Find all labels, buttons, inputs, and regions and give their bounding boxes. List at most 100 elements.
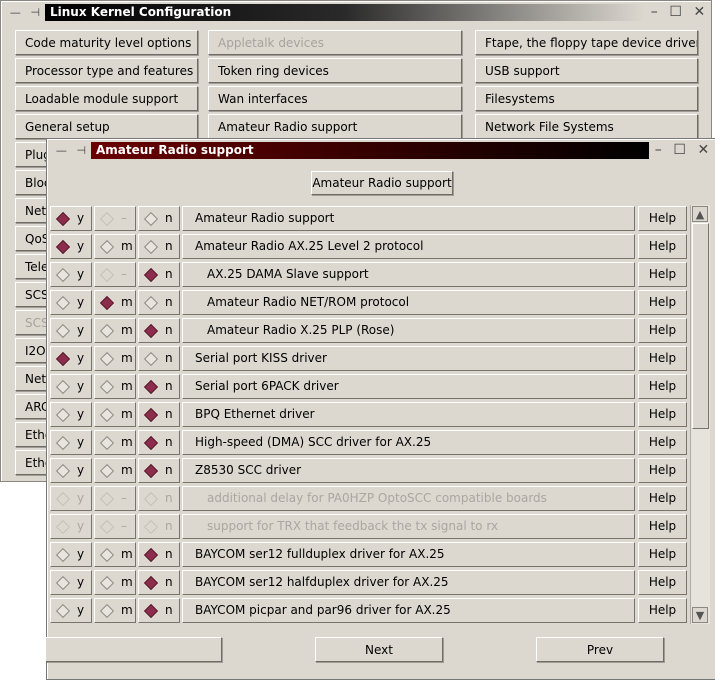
radio-n[interactable]: n	[138, 402, 180, 427]
radio-label: y	[77, 239, 85, 253]
main-menu-button[interactable]: Code maturity level options	[15, 30, 198, 55]
main-menu-button[interactable]: Amateur Radio support	[208, 114, 462, 139]
main-menu-button[interactable]: Wan interfaces	[208, 86, 462, 111]
minimize-icon[interactable]: –	[655, 142, 662, 158]
help-button[interactable]: Help	[638, 318, 687, 343]
radio-n[interactable]: n	[138, 346, 180, 371]
radio-y[interactable]: y	[50, 458, 92, 483]
main-menu-button[interactable]: Token ring devices	[208, 58, 462, 83]
main-menu-button[interactable]: General setup	[15, 114, 198, 139]
radio-m[interactable]: –	[94, 262, 136, 287]
main-menu-button[interactable]: Filesystems	[475, 86, 698, 111]
radio-y[interactable]: y	[50, 374, 92, 399]
main-menu-button[interactable]: Processor type and features	[15, 58, 198, 83]
scroll-up-icon[interactable]: ▲	[692, 206, 708, 222]
radio-m[interactable]: m	[94, 598, 136, 623]
radio-n[interactable]: n	[138, 262, 180, 287]
radio-m[interactable]: m	[94, 374, 136, 399]
help-button[interactable]: Help	[638, 206, 687, 231]
radio-n[interactable]: n	[138, 374, 180, 399]
pin-icon[interactable]: ⊣	[77, 144, 87, 157]
radio-m[interactable]: m	[94, 290, 136, 315]
radio-m[interactable]: m	[94, 430, 136, 455]
radio-m[interactable]: m	[94, 570, 136, 595]
main-menu-button[interactable]: USB support	[475, 58, 698, 83]
help-button[interactable]: Help	[638, 430, 687, 455]
child-window-title: Amateur Radio support	[91, 141, 649, 159]
minimize-icon[interactable]: –	[651, 4, 658, 20]
radio-m[interactable]: m	[94, 542, 136, 567]
radio-y[interactable]: y	[50, 318, 92, 343]
radio-n[interactable]: n	[138, 290, 180, 315]
radio-n[interactable]: n	[138, 514, 180, 539]
help-button[interactable]: Help	[638, 598, 687, 623]
radio-diamond-icon	[143, 407, 159, 423]
close-icon[interactable]: ✕	[693, 4, 705, 20]
radio-m[interactable]: m	[94, 234, 136, 259]
radio-n[interactable]: n	[138, 598, 180, 623]
radio-y[interactable]: y	[50, 514, 92, 539]
radio-n[interactable]: n	[138, 430, 180, 455]
main-menu-button[interactable]: Ftape, the floppy tape device driver	[475, 30, 698, 55]
radio-m[interactable]: m	[94, 402, 136, 427]
scroll-down-icon[interactable]: ▼	[692, 607, 708, 623]
radio-n[interactable]: n	[138, 234, 180, 259]
radio-n[interactable]: n	[138, 458, 180, 483]
help-button[interactable]: Help	[638, 402, 687, 427]
radio-y[interactable]: y	[50, 290, 92, 315]
pin-icon[interactable]: ⊣	[31, 6, 41, 19]
help-button[interactable]: Help	[638, 486, 687, 511]
radio-label: y	[77, 603, 85, 617]
help-button[interactable]: Help	[638, 262, 687, 287]
help-button[interactable]: Help	[638, 542, 687, 567]
radio-n[interactable]: n	[138, 206, 180, 231]
help-button[interactable]: Help	[638, 234, 687, 259]
main-menu-button[interactable]	[46, 637, 222, 662]
child-titlebar[interactable]: — ⊣ Amateur Radio support – ☐ ✕	[47, 139, 715, 161]
maximize-icon[interactable]: ☐	[673, 142, 686, 158]
close-icon[interactable]: ✕	[697, 142, 709, 158]
main-menu-button[interactable]: Network File Systems	[475, 114, 698, 139]
option-row: y m n Serial port KISS driver Help	[50, 346, 690, 372]
radio-y[interactable]: y	[50, 486, 92, 511]
radio-y[interactable]: y	[50, 542, 92, 567]
help-button[interactable]: Help	[638, 374, 687, 399]
radio-y[interactable]: y	[50, 206, 92, 231]
radio-n[interactable]: n	[138, 318, 180, 343]
help-button[interactable]: Help	[638, 290, 687, 315]
radio-y[interactable]: y	[50, 262, 92, 287]
radio-n[interactable]: n	[138, 570, 180, 595]
radio-m[interactable]: m	[94, 458, 136, 483]
radio-n[interactable]: n	[138, 486, 180, 511]
radio-label: –	[121, 519, 127, 533]
help-button[interactable]: Help	[638, 346, 687, 371]
help-button[interactable]: Help	[638, 458, 687, 483]
radio-m[interactable]: m	[94, 318, 136, 343]
main-menu-button[interactable]: Loadable module support	[15, 86, 198, 111]
main-titlebar[interactable]: — ⊣ Linux Kernel Configuration – ☐ ✕	[1, 1, 711, 23]
radio-y[interactable]: y	[50, 570, 92, 595]
radio-y[interactable]: y	[50, 402, 92, 427]
radio-diamond-icon	[143, 603, 159, 619]
main-menu-button[interactable]: Appletalk devices	[208, 30, 462, 55]
section-header-button[interactable]: Amateur Radio support	[311, 171, 453, 195]
next-button[interactable]: Next	[315, 637, 443, 662]
radio-y[interactable]: y	[50, 234, 92, 259]
radio-n[interactable]: n	[138, 542, 180, 567]
radio-y[interactable]: y	[50, 346, 92, 371]
option-label-cell: Amateur Radio support	[182, 206, 635, 231]
radio-m[interactable]: –	[94, 514, 136, 539]
radio-y[interactable]: y	[50, 598, 92, 623]
radio-m[interactable]: m	[94, 346, 136, 371]
window-menu-icon[interactable]: —	[56, 144, 67, 157]
help-button[interactable]: Help	[638, 570, 687, 595]
radio-y[interactable]: y	[50, 430, 92, 455]
radio-m[interactable]: –	[94, 206, 136, 231]
radio-m[interactable]: –	[94, 486, 136, 511]
help-button[interactable]: Help	[638, 514, 687, 539]
vertical-scrollbar[interactable]: ▲ ▼	[690, 205, 710, 624]
maximize-icon[interactable]: ☐	[669, 4, 682, 20]
scroll-thumb[interactable]	[692, 223, 709, 429]
prev-button[interactable]: Prev	[536, 637, 664, 662]
window-menu-icon[interactable]: —	[10, 6, 21, 19]
